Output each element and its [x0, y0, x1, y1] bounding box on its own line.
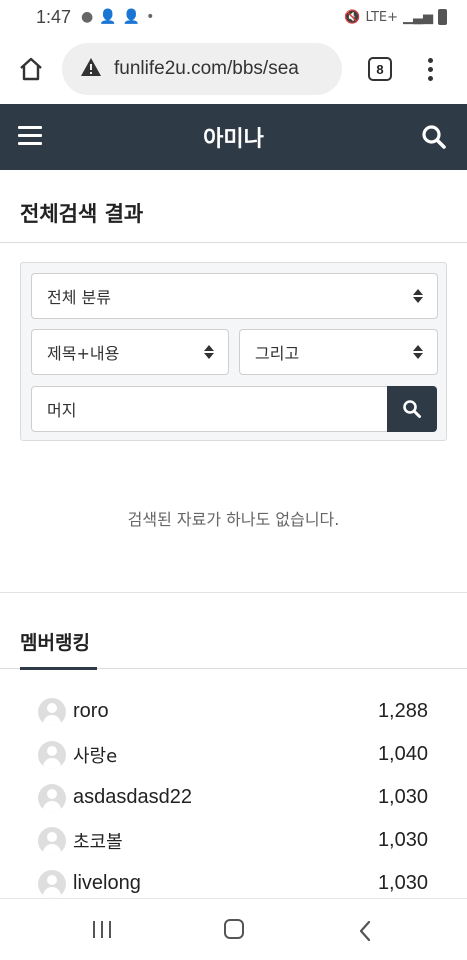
list-item[interactable]: asdasdasd22 1,030 [38, 776, 428, 819]
member-name[interactable]: livelong [73, 872, 378, 895]
back-icon[interactable] [358, 920, 372, 946]
member-score: 1,288 [377, 700, 428, 722]
search-submit-button[interactable] [387, 386, 437, 432]
category-select-value: 전체 분류 [47, 288, 111, 307]
section-divider [0, 592, 467, 593]
page-title: 전체검색 결과 [0, 170, 467, 243]
network-label: LTE+ [365, 9, 399, 25]
select-arrows-icon [204, 345, 214, 359]
ranking-list: roro 1,288 사랑e 1,040 asdasdasd22 1,030 초… [38, 690, 428, 905]
list-item[interactable]: roro 1,288 [38, 690, 428, 733]
user-avatar-icon [38, 783, 66, 812]
recent-apps-icon[interactable] [93, 921, 111, 938]
member-score: 1,030 [377, 829, 428, 851]
user-avatar-icon [38, 740, 66, 769]
empty-result-message: 검색된 자료가 하나도 없습니다. [127, 510, 340, 529]
select-arrows-icon [413, 289, 423, 303]
dot-icon: • [146, 9, 155, 25]
warning-icon[interactable] [80, 57, 102, 81]
search-icon [403, 400, 421, 418]
tab-count-button[interactable]: 8 [368, 57, 392, 81]
status-right: 🔇 LTE+ ▁▃▅ [344, 9, 447, 25]
battery-icon [438, 9, 447, 25]
member-name[interactable]: 사랑e [73, 742, 378, 768]
user-avatar-icon [38, 826, 66, 855]
status-bar: 1:47 ● 👤 👤 • 🔇 LTE+ ▁▃▅ [0, 0, 467, 34]
select-arrows-icon [413, 345, 423, 359]
list-item[interactable]: 초코볼 1,030 [38, 819, 428, 862]
home-icon[interactable] [0, 34, 62, 104]
member-name[interactable]: asdasdasd22 [73, 786, 378, 809]
field-select-value: 제목+내용 [47, 344, 120, 363]
member-name[interactable]: 초코볼 [73, 828, 378, 854]
more-vert-icon[interactable] [428, 57, 433, 81]
active-tab-indicator [20, 667, 97, 670]
operator-select-value: 그리고 [255, 344, 300, 363]
search-icon[interactable] [421, 124, 447, 154]
site-title[interactable]: 아미나 [203, 121, 264, 153]
signal-icon: ▁▃▅ [403, 9, 433, 25]
person-add-icon-2: 👤 [122, 9, 141, 25]
home-button-icon[interactable] [224, 919, 244, 939]
member-score: 1,040 [377, 743, 428, 765]
operator-select[interactable]: 그리고 [239, 329, 438, 375]
search-panel: 전체 분류 제목+내용 그리고 [20, 262, 447, 441]
user-avatar-icon [38, 697, 66, 726]
member-name[interactable]: roro [73, 700, 378, 723]
keyword-input[interactable] [31, 386, 388, 432]
site-header: 아미나 [0, 104, 467, 170]
list-item[interactable]: 사랑e 1,040 [38, 733, 428, 776]
url-text[interactable]: funlife2u.com/bbs/sea [114, 58, 299, 80]
browser-toolbar: funlife2u.com/bbs/sea 8 [0, 34, 467, 104]
talk-notification-icon: ● [81, 9, 94, 25]
member-score: 1,030 [377, 786, 428, 808]
mute-icon: 🔇 [344, 9, 361, 25]
field-select[interactable]: 제목+내용 [31, 329, 229, 375]
person-add-icon: 👤 [99, 9, 117, 25]
tab-member-ranking[interactable]: 멤버랭킹 [20, 628, 90, 655]
category-select[interactable]: 전체 분류 [31, 273, 438, 319]
address-bar[interactable]: funlife2u.com/bbs/sea [62, 43, 342, 95]
member-score: 1,030 [377, 872, 428, 894]
hamburger-icon[interactable] [18, 126, 42, 145]
status-time: 1:47 [36, 6, 72, 27]
user-avatar-icon [38, 869, 66, 898]
system-nav-bar [0, 898, 467, 960]
